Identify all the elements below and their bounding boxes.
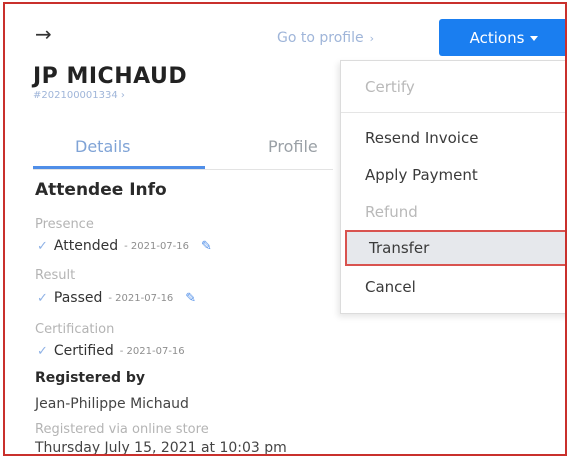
tab-bar: Details Profile	[33, 129, 333, 170]
presence-date: - 2021-07-16	[124, 240, 189, 252]
presence-value: Attended	[53, 238, 119, 254]
registered-by-title: Registered by	[35, 370, 146, 386]
arrow-right-icon[interactable]: →	[35, 22, 52, 46]
result-value-row: ✓ Passed - 2021-07-16 ✎	[37, 290, 196, 306]
attendee-panel: → Go to profile › Actions JP MICHAUD #202…	[3, 2, 567, 456]
result-date: - 2021-07-16	[108, 292, 174, 304]
actions-button[interactable]: Actions	[439, 19, 565, 56]
certification-date: - 2021-07-16	[119, 345, 185, 357]
actions-dropdown-menu: Certify Resend Invoice Apply Payment Ref…	[340, 60, 565, 314]
registration-id: #202100001334	[33, 90, 118, 101]
check-icon: ✓	[37, 290, 48, 306]
check-icon: ✓	[37, 238, 48, 254]
presence-label: Presence	[35, 217, 94, 232]
edit-pencil-icon[interactable]: ✎	[185, 291, 196, 306]
menu-item-certify: Certify	[365, 78, 415, 96]
chevron-right-icon: ›	[369, 32, 374, 45]
menu-item-refund: Refund	[365, 203, 418, 221]
registered-by-name: Jean-Philippe Michaud	[35, 396, 189, 412]
actions-label: Actions	[469, 28, 525, 47]
result-label: Result	[35, 268, 76, 283]
check-icon: ✓	[37, 343, 48, 359]
menu-item-transfer[interactable]: Transfer	[345, 230, 565, 266]
certification-value-row: ✓ Certified - 2021-07-16	[37, 343, 185, 359]
menu-item-cancel[interactable]: Cancel	[341, 269, 565, 305]
chevron-right-icon: ›	[120, 90, 125, 101]
certification-label: Certification	[35, 322, 115, 337]
registered-date: Thursday July 15, 2021 at 10:03 pm	[35, 440, 287, 456]
certification-value: Certified	[53, 343, 114, 359]
menu-divider	[341, 112, 565, 113]
registration-id-link[interactable]: #202100001334 ›	[33, 90, 125, 101]
tab-profile[interactable]: Profile	[268, 137, 318, 156]
registered-via: Registered via online store	[35, 422, 209, 437]
section-title: Attendee Info	[35, 180, 167, 200]
go-to-profile-label: Go to profile	[277, 30, 364, 46]
edit-pencil-icon[interactable]: ✎	[201, 239, 212, 254]
presence-value-row: ✓ Attended - 2021-07-16 ✎	[37, 238, 212, 254]
result-value: Passed	[53, 290, 103, 306]
menu-item-resend-invoice[interactable]: Resend Invoice	[341, 120, 565, 156]
attendee-name: JP MICHAUD	[33, 64, 188, 89]
active-tab-indicator	[33, 166, 205, 169]
caret-down-icon	[530, 36, 539, 41]
go-to-profile-link[interactable]: Go to profile ›	[277, 30, 374, 46]
menu-item-apply-payment[interactable]: Apply Payment	[341, 157, 565, 193]
tab-details[interactable]: Details	[75, 137, 130, 156]
